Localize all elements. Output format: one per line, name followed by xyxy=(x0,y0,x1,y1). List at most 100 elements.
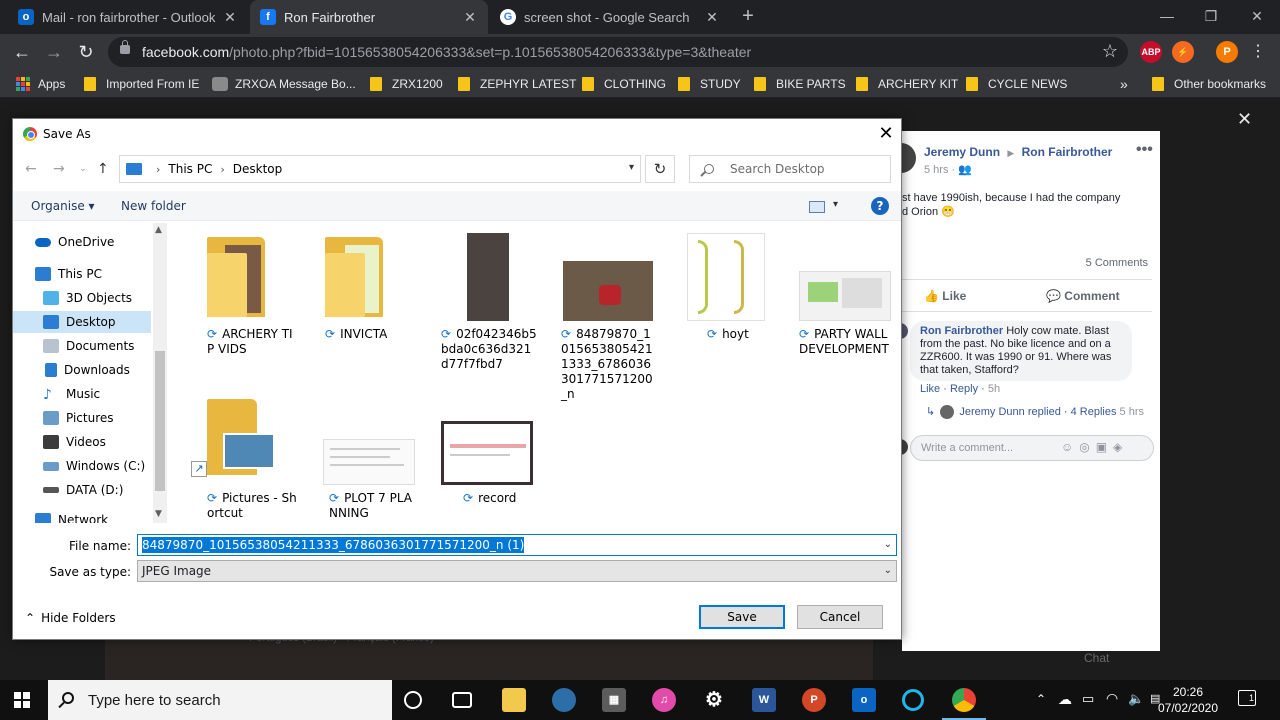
chevron-down-icon[interactable]: ▾ xyxy=(629,162,634,173)
close-icon[interactable]: ✕ xyxy=(704,9,720,26)
alexa-icon[interactable] xyxy=(902,689,924,711)
bookmark-folder[interactable]: ZEPHYR LATEST xyxy=(458,75,576,93)
new-folder-button[interactable]: New folder xyxy=(121,199,186,213)
file-item[interactable]: ↗ ⟳ Pictures - Shortcut xyxy=(189,395,297,520)
view-icon[interactable] xyxy=(809,201,825,213)
nav-desktop[interactable]: Desktop xyxy=(13,311,151,333)
bookmark-folder[interactable]: Imported From IE xyxy=(84,75,199,93)
itunes-icon[interactable]: ♫ xyxy=(652,688,676,712)
chevron-up-icon[interactable]: ⌃ xyxy=(1036,692,1046,706)
nav-onedrive[interactable]: OneDrive xyxy=(13,231,151,253)
word-icon[interactable]: W xyxy=(752,688,776,712)
bookmark-folder[interactable]: ZRX1200 xyxy=(370,75,443,93)
file-item[interactable]: ⟳ 84879870_10156538054211333_678603630177… xyxy=(555,231,655,401)
app-icon[interactable] xyxy=(552,688,576,712)
file-name-input[interactable]: 84879870_10156538054211333_6786036301771… xyxy=(137,534,897,556)
extension-icon[interactable]: ⚡ xyxy=(1172,41,1194,63)
comment-tools-icons[interactable]: ☺◎▣◈ xyxy=(1061,440,1128,454)
chevron-right-icon[interactable]: › xyxy=(156,163,160,176)
tab-outlook[interactable]: o Mail - ron fairbrother - Outlook ✕ xyxy=(8,0,248,34)
cancel-button[interactable]: Cancel xyxy=(797,605,883,629)
file-item[interactable]: ⟳ hoyt xyxy=(683,231,783,351)
nav-videos[interactable]: Videos xyxy=(13,431,151,453)
replies-summary[interactable]: ↳ Jeremy Dunn replied · 4 Replies 5 hrs xyxy=(926,405,1144,420)
close-icon[interactable]: ✕ xyxy=(222,9,238,26)
minimize-button[interactable]: — xyxy=(1152,4,1182,28)
file-item[interactable]: ⟳ PLOT 7 PLANNING xyxy=(309,395,415,520)
breadcrumb-desktop[interactable]: Desktop xyxy=(233,162,283,176)
clock[interactable]: 20:26 07/02/2020 xyxy=(1148,684,1228,716)
bookmark-other[interactable]: Other bookmarks xyxy=(1152,75,1266,93)
back-button[interactable]: ← xyxy=(10,40,34,64)
bookmark-folder[interactable]: CLOTHING xyxy=(582,75,666,93)
post-target-link[interactable]: Ron Fairbrother xyxy=(1022,145,1113,159)
start-button[interactable] xyxy=(14,692,30,708)
reload-button[interactable]: ↻ xyxy=(74,40,98,64)
nav-3d-objects[interactable]: 3D Objects xyxy=(13,287,151,309)
calculator-icon[interactable]: ▦ xyxy=(602,688,626,712)
bookmark-folder[interactable]: ARCHERY KIT xyxy=(856,75,958,93)
nav-scrollbar[interactable]: ▲ ▼ xyxy=(153,223,167,523)
bookmark-star-icon[interactable]: ☆ xyxy=(1102,41,1118,62)
scroll-up-icon[interactable]: ▲ xyxy=(155,225,162,235)
scroll-down-icon[interactable]: ▼ xyxy=(155,509,162,519)
back-arrow-icon[interactable]: ← xyxy=(25,161,37,177)
help-icon[interactable]: ? xyxy=(871,197,889,215)
new-tab-button[interactable]: + xyxy=(738,6,758,28)
close-window-button[interactable]: ✕ xyxy=(1242,4,1272,28)
volume-icon[interactable]: 🔈 xyxy=(1128,691,1144,707)
chevron-down-icon[interactable]: ⌄ xyxy=(884,535,892,555)
comment-like-link[interactable]: Like xyxy=(920,383,940,395)
file-item[interactable]: ⟳ record xyxy=(429,395,533,515)
forward-button[interactable]: → xyxy=(42,40,66,64)
address-bar[interactable]: facebook.com/photo.php?fbid=101565380542… xyxy=(108,37,1128,67)
chevron-right-icon[interactable]: › xyxy=(220,163,224,176)
battery-icon[interactable]: ▭ xyxy=(1082,691,1094,707)
write-comment-input[interactable]: Write a comment... ☺◎▣◈ xyxy=(910,435,1154,461)
bookmark-folder[interactable]: BIKE PARTS xyxy=(754,75,846,93)
file-item[interactable]: ⟳ ARCHERY TIP VIDS xyxy=(189,231,293,356)
breadcrumb-this-pc[interactable]: This PC xyxy=(168,162,212,176)
bookmark-link[interactable]: ZRXOA Message Bo... xyxy=(212,75,356,93)
file-explorer-icon[interactable] xyxy=(502,688,526,712)
task-view-icon[interactable] xyxy=(452,692,472,708)
bookmark-folder[interactable]: STUDY xyxy=(678,75,741,93)
nav-music[interactable]: ♪ Music xyxy=(13,383,151,405)
nav-network[interactable]: Network xyxy=(13,509,151,523)
chevron-down-icon[interactable]: ▾ xyxy=(833,199,838,210)
restore-button[interactable]: ❐ xyxy=(1196,4,1226,28)
up-arrow-icon[interactable]: ↑ xyxy=(97,161,109,177)
taskbar-search-input[interactable]: Type here to search xyxy=(48,680,392,720)
breadcrumb[interactable]: › This PC › Desktop ▾ xyxy=(119,155,641,183)
more-options-icon[interactable]: ••• xyxy=(1136,141,1153,159)
close-icon[interactable]: ✕ xyxy=(1237,109,1252,130)
organise-button[interactable]: Organise ▾ xyxy=(31,199,95,213)
hide-folders-button[interactable]: ⌃ Hide Folders xyxy=(25,611,116,625)
profile-avatar[interactable]: P xyxy=(1216,41,1238,63)
nav-this-pc[interactable]: This PC xyxy=(13,263,151,285)
notifications-icon[interactable]: 1 xyxy=(1238,690,1256,706)
wifi-icon[interactable]: ◠ xyxy=(1106,690,1118,707)
chat-label[interactable]: Chat xyxy=(1084,651,1109,665)
powerpoint-icon[interactable]: P xyxy=(802,688,826,712)
tab-facebook[interactable]: f Ron Fairbrother ✕ xyxy=(250,0,488,34)
recent-locations-icon[interactable]: ⌄ xyxy=(79,164,87,174)
bookmark-folder[interactable]: CYCLE NEWS xyxy=(966,75,1067,93)
comment-author-link[interactable]: Ron Fairbrother xyxy=(920,325,1003,337)
nav-data-d[interactable]: DATA (D:) xyxy=(13,479,151,501)
like-button[interactable]: 👍 Like xyxy=(924,289,966,303)
nav-pictures[interactable]: Pictures xyxy=(13,407,151,429)
comment-reply-link[interactable]: Reply xyxy=(950,383,978,395)
bookmark-apps[interactable]: Apps xyxy=(16,75,65,93)
file-item[interactable]: ⟳ 02f042346b5bda0c636d321d77f7fbd7 xyxy=(435,231,537,371)
settings-gear-icon[interactable]: ⚙ xyxy=(702,688,726,712)
chrome-icon[interactable] xyxy=(942,688,986,720)
chevron-down-icon[interactable]: ⌄ xyxy=(884,561,892,581)
cortana-icon[interactable] xyxy=(404,691,422,709)
scroll-thumb[interactable] xyxy=(155,351,165,491)
bookmarks-overflow-button[interactable]: » xyxy=(1120,75,1128,93)
outlook-icon[interactable]: o xyxy=(852,688,876,712)
save-button[interactable]: Save xyxy=(699,605,785,629)
adblock-extension-icon[interactable]: ABP xyxy=(1140,41,1162,63)
file-item[interactable]: ⟳ PARTY WALL DEVELOPMENT xyxy=(797,231,897,371)
